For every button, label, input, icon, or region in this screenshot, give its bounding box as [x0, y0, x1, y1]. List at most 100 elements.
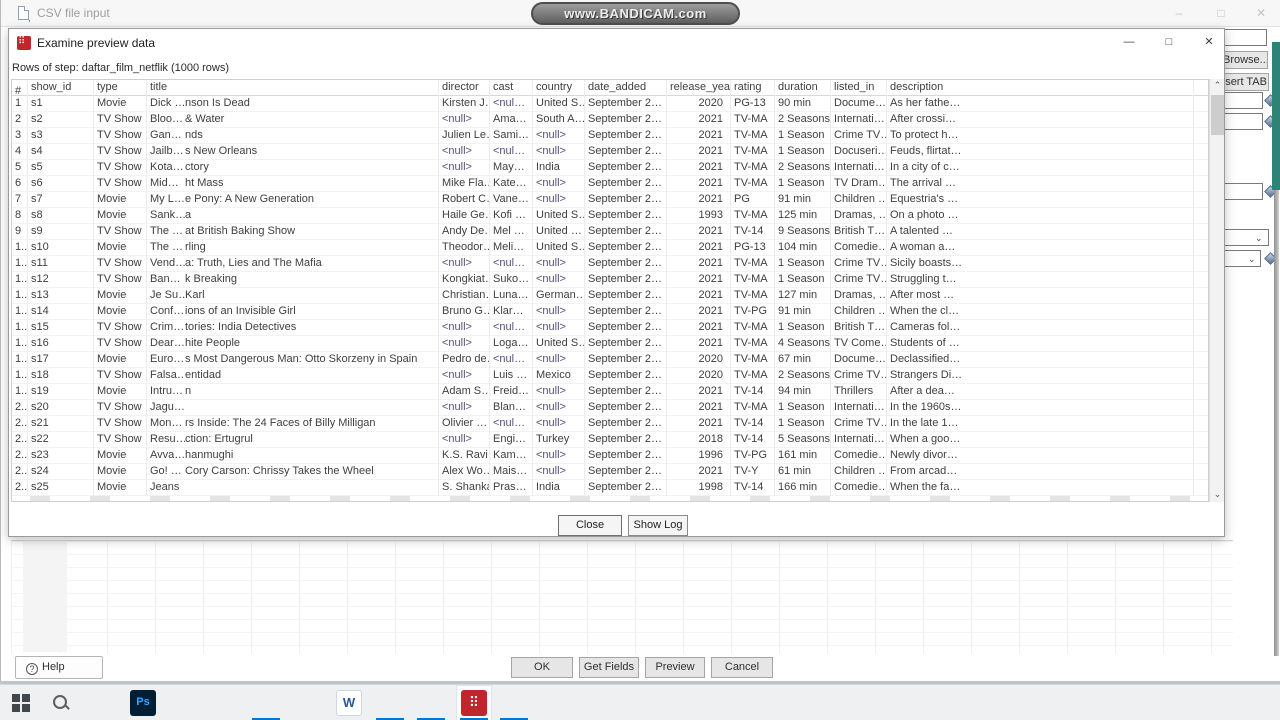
- table-row[interactable]: 5 s5 TV Show Kota…ctory <null> May… India Septe…: [12, 160, 1208, 176]
- column-header-show_id[interactable]: show_id: [28, 80, 94, 96]
- column-header-#[interactable]: ˆ#: [12, 80, 28, 96]
- table-row[interactable]: 9 s9 TV Show The … at British Baking Show And…: [12, 224, 1208, 240]
- cell-#: 9: [12, 224, 28, 240]
- column-header-date_added[interactable]: date_added: [585, 80, 667, 96]
- table-row[interactable]: 2.. s21 TV Show Mon… rs Inside: The 24 Faces…: [12, 416, 1208, 432]
- main-close-button[interactable]: ✕: [1246, 5, 1276, 23]
- table-row[interactable]: 1..s12TV ShowBan…k BreakingKongkiat…Suko…: [12, 272, 1208, 288]
- cancel-button[interactable]: Cancel: [711, 657, 773, 678]
- help-button[interactable]: ? Help: [15, 656, 103, 679]
- cell-#: 1..: [12, 368, 28, 384]
- table-row[interactable]: 1.. s10 Movie The … rling Theodor… Meli… United…: [12, 240, 1208, 256]
- cell-show_id: s9: [28, 224, 94, 240]
- scrollbar-thumb[interactable]: [1211, 95, 1224, 135]
- cell-description: To protect h…: [887, 128, 1194, 144]
- column-header-release_year[interactable]: release_year: [667, 80, 731, 96]
- cell-release_year: 2021: [667, 128, 731, 144]
- column-header-type[interactable]: type: [94, 80, 147, 96]
- table-row[interactable]: 3s3TV ShowGan…ndsJulien Le…Sami…<null>Se…: [12, 128, 1208, 144]
- cell-#: 1..: [12, 320, 28, 336]
- cell-date_added: September 2…: [585, 320, 667, 336]
- cell-#: 1..: [12, 240, 28, 256]
- photoshop-icon[interactable]: Ps: [130, 690, 156, 716]
- table-row[interactable]: 1.. s17 Movie Euro…s Most Dangerous Man: Ot…: [12, 352, 1208, 368]
- column-header-description[interactable]: description: [887, 80, 1194, 96]
- table-row[interactable]: 1s1MovieDick …nson Is DeadKirsten J…<nul…: [12, 96, 1208, 112]
- table-row[interactable]: 2 s2 TV Show Bloo… & Water <null> Ama… South A……: [12, 112, 1208, 128]
- table-row[interactable]: 1.. s14 Movie Conf…ions of an Invisible Gir…: [12, 304, 1208, 320]
- dialog-minimize-button[interactable]: —: [1114, 34, 1144, 52]
- scroll-up-icon[interactable]: ⌃: [1210, 79, 1225, 93]
- cell-show_id: s22: [28, 432, 94, 448]
- cell-director: Haile Ge…: [439, 208, 490, 224]
- cell-country: India: [533, 480, 585, 496]
- table-row[interactable]: 4 s4 TV Show Jailb…s New Orleans <null> <nul……: [12, 144, 1208, 160]
- cell-rating: TV-MA: [731, 336, 775, 352]
- table-row[interactable]: 7 s7 Movie My L…e Pony: A New Generation Rob…: [12, 192, 1208, 208]
- cell-listed_in: Crime TV…: [831, 128, 887, 144]
- vertical-scrollbar[interactable]: ⌃ ⌄: [1209, 79, 1224, 502]
- table-row[interactable]: 1.. s11 TV Show Vend…a: Truth, Lies and The…: [12, 256, 1208, 272]
- cell-date_added: September 2…: [585, 224, 667, 240]
- cell-release_year: 2021: [667, 400, 731, 416]
- cell-rating: TV-14: [731, 384, 775, 400]
- table-row[interactable]: 2.. s22 TV Show Resu…ction: Ertugrul <null> E…: [12, 432, 1208, 448]
- cell-date_added: September 2…: [585, 288, 667, 304]
- column-header-rating[interactable]: rating: [731, 80, 775, 96]
- cell-description: In the 1960s…: [887, 400, 1194, 416]
- table-row[interactable]: 1..s13MovieJe Su…KarlChristian…Luna…Germ…: [12, 288, 1208, 304]
- table-row[interactable]: 2..s25MovieJeansS. ShankarPras…IndiaSept…: [12, 480, 1208, 496]
- browse-button[interactable]: Browse...: [1222, 51, 1268, 69]
- main-maximize-button[interactable]: □: [1206, 5, 1236, 23]
- cell-rating: TV-PG: [731, 304, 775, 320]
- cell-type: Movie: [94, 208, 147, 224]
- column-header-country[interactable]: country: [533, 80, 585, 96]
- cell-date_added: September 2…: [585, 256, 667, 272]
- table-row[interactable]: 6 s6 TV Show Mid… ht Mass Mike Fla… Kate… <null…: [12, 176, 1208, 192]
- dialog-close-icon-button[interactable]: ✕: [1194, 34, 1224, 52]
- table-row[interactable]: 1.. s16 TV Show Dear…hite People <null> Loga……: [12, 336, 1208, 352]
- cell-listed_in: Crime TV…: [831, 416, 887, 432]
- preview-button[interactable]: Preview: [645, 657, 705, 678]
- word-app-icon[interactable]: W: [336, 690, 362, 716]
- table-row[interactable]: 2.. s24 Movie Go! … Cory Carson: Chrissy Tak…: [12, 464, 1208, 480]
- table-row[interactable]: 2..s23MovieAvva…hanmughiK.S. Ravi…Kam…<n…: [12, 448, 1208, 464]
- get-fields-button[interactable]: Get Fields: [579, 657, 639, 678]
- start-icon[interactable]: [8, 690, 34, 716]
- main-minimize-button[interactable]: –: [1164, 5, 1194, 23]
- table-row[interactable]: 1.. s18 TV Show Falsa…entidad <null> Luis … Me…: [12, 368, 1208, 384]
- close-button[interactable]: Close: [558, 515, 622, 536]
- cell-description: Equestria's …: [887, 192, 1194, 208]
- task-view-icon[interactable]: [88, 716, 114, 720]
- table-row[interactable]: 2.. s20 TV Show Jagu… <null> Blan… <null> Septe…: [12, 400, 1208, 416]
- cell-show_id: s10: [28, 240, 94, 256]
- dialog-maximize-button[interactable]: □: [1154, 34, 1184, 52]
- cell-type: TV Show: [94, 336, 147, 352]
- cell-rating: TV-MA: [731, 272, 775, 288]
- cell-date_added: September 2…: [585, 160, 667, 176]
- spoon-pdi-icon[interactable]: ⠿: [461, 690, 487, 716]
- column-header-director[interactable]: director: [439, 80, 490, 96]
- column-header-listed_in[interactable]: listed_in: [831, 80, 887, 96]
- cell-type: Movie: [94, 464, 147, 480]
- table-row[interactable]: 1.. s19 Movie Intru… n Adam S… Freid… <null> Sep…: [12, 384, 1208, 400]
- column-header-title[interactable]: title: [147, 80, 439, 96]
- cell-release_year: 2021: [667, 272, 731, 288]
- ok-button[interactable]: OK: [511, 657, 573, 678]
- show-log-button[interactable]: Show Log: [628, 515, 688, 536]
- cell-description: On a photo …: [887, 208, 1194, 224]
- cell-cast: <nul…: [490, 96, 533, 112]
- cell-type: TV Show: [94, 256, 147, 272]
- table-row[interactable]: 1.. s15 TV Show Crim…tories: India Detectiv…: [12, 320, 1208, 336]
- cell-rating: TV-MA: [731, 208, 775, 224]
- cell-cast: Pras…: [490, 480, 533, 496]
- column-header-cast[interactable]: cast: [490, 80, 533, 96]
- cell-cast: <nul…: [490, 144, 533, 160]
- table-row[interactable]: 8s8MovieSank…aHaile Ge…Kofi …United S…Se…: [12, 208, 1208, 224]
- scroll-down-icon[interactable]: ⌄: [1210, 488, 1225, 502]
- column-header-duration[interactable]: duration: [775, 80, 831, 96]
- search-icon[interactable]: [48, 690, 74, 716]
- cell-country: Turkey: [533, 432, 585, 448]
- cell-type: Movie: [94, 240, 147, 256]
- cell-director: <null>: [439, 320, 490, 336]
